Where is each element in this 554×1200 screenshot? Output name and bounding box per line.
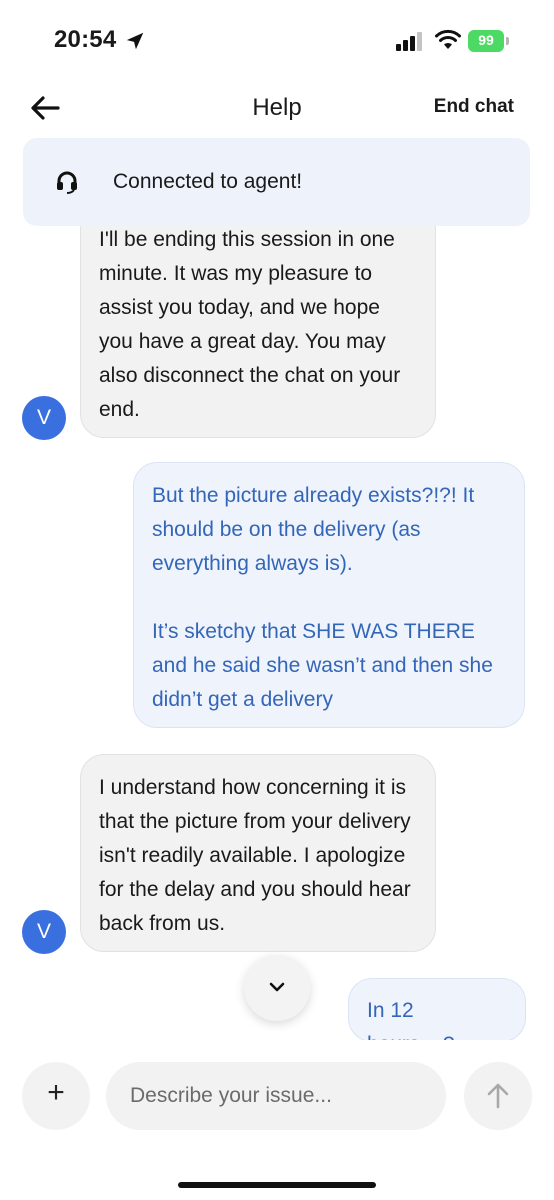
agent-message: I understand how concerning it is that t… <box>80 754 436 952</box>
arrow-up-icon <box>487 1083 509 1109</box>
end-chat-button[interactable]: End chat <box>434 96 514 118</box>
status-bar: 20:54 99 <box>0 0 554 86</box>
plus-icon: + <box>47 1076 65 1109</box>
battery-icon: 99 <box>468 30 510 52</box>
message-input[interactable] <box>106 1062 446 1130</box>
user-message: In 12 hours....? <box>348 978 526 1056</box>
chevron-down-icon <box>269 982 285 992</box>
battery-level: 99 <box>478 32 494 48</box>
status-time: 20:54 <box>54 26 117 53</box>
home-indicator <box>178 1182 376 1188</box>
banner-text: Connected to agent! <box>113 170 303 193</box>
avatar: V <box>22 396 66 440</box>
chat-screen: 20:54 99 Help End chat Connected to agen… <box>0 0 554 1200</box>
nav-bar: Help End chat <box>0 86 554 130</box>
cellular-signal-icon <box>396 32 422 51</box>
user-message: But the picture already exists?!?! It sh… <box>133 462 525 728</box>
connection-banner: Connected to agent! <box>23 138 530 226</box>
agent-message: I'll be ending this session in one minut… <box>80 210 436 438</box>
scroll-down-button[interactable] <box>244 955 310 1021</box>
wifi-icon <box>435 29 461 49</box>
add-attachment-button[interactable]: + <box>22 1062 90 1130</box>
location-arrow-icon <box>126 32 144 50</box>
send-button[interactable] <box>464 1062 532 1130</box>
composer: + <box>0 1040 554 1200</box>
headset-icon <box>57 171 77 194</box>
avatar: V <box>22 910 66 954</box>
